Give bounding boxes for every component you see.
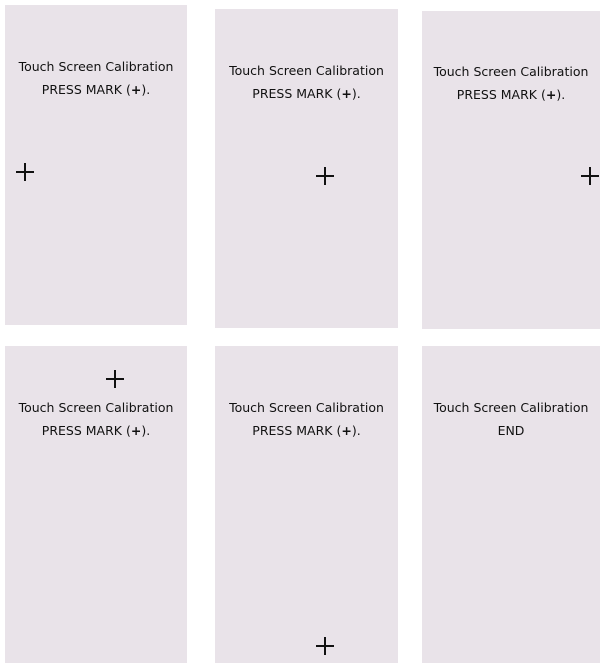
instruction-prefix: PRESS MARK (: [456, 87, 546, 102]
calibration-screen-2: Touch Screen Calibration PRESS MARK (+).: [215, 9, 398, 328]
instruction-prefix: PRESS MARK (: [41, 82, 131, 97]
instruction-suffix: ).: [351, 86, 361, 101]
calibration-mark-icon[interactable]: [316, 167, 334, 185]
calibration-title: Touch Screen Calibration: [433, 400, 589, 415]
calibration-instruction: PRESS MARK (+).: [215, 423, 398, 438]
instruction-prefix: PRESS MARK (: [252, 423, 342, 438]
plus-symbol: +: [130, 423, 142, 438]
instruction-suffix: ).: [141, 423, 151, 438]
calibration-title: Touch Screen Calibration: [433, 64, 589, 79]
calibration-instruction: PRESS MARK (+).: [422, 87, 600, 102]
calibration-screen-5: Touch Screen Calibration PRESS MARK (+).: [215, 346, 398, 663]
calibration-screen-4: Touch Screen Calibration PRESS MARK (+).: [5, 346, 187, 663]
calibration-mark-icon[interactable]: [581, 167, 599, 185]
calibration-title: Touch Screen Calibration: [229, 400, 384, 415]
instruction-suffix: ).: [141, 82, 151, 97]
plus-symbol: +: [341, 423, 352, 438]
calibration-screen-1: Touch Screen Calibration PRESS MARK (+).: [5, 5, 187, 325]
calibration-end-message: END: [497, 423, 525, 438]
calibration-title: Touch Screen Calibration: [18, 400, 174, 415]
calibration-title: Touch Screen Calibration: [229, 63, 384, 78]
plus-symbol: +: [341, 86, 352, 101]
calibration-instruction: PRESS MARK (+).: [215, 86, 398, 101]
calibration-title: Touch Screen Calibration: [18, 59, 174, 74]
instruction-prefix: PRESS MARK (: [252, 86, 342, 101]
instruction-suffix: ).: [556, 87, 566, 102]
instruction-suffix: ).: [351, 423, 361, 438]
calibration-instruction: PRESS MARK (+).: [5, 82, 187, 97]
calibration-mark-icon[interactable]: [106, 370, 124, 388]
calibration-mark-icon[interactable]: [16, 163, 34, 181]
calibration-screen-6: Touch Screen Calibration END: [422, 346, 600, 663]
plus-symbol: +: [130, 82, 142, 97]
instruction-prefix: PRESS MARK (: [41, 423, 131, 438]
calibration-mark-icon[interactable]: [316, 637, 334, 655]
plus-symbol: +: [545, 87, 557, 102]
calibration-instruction: PRESS MARK (+).: [5, 423, 187, 438]
calibration-screen-3: Touch Screen Calibration PRESS MARK (+).: [422, 11, 600, 329]
